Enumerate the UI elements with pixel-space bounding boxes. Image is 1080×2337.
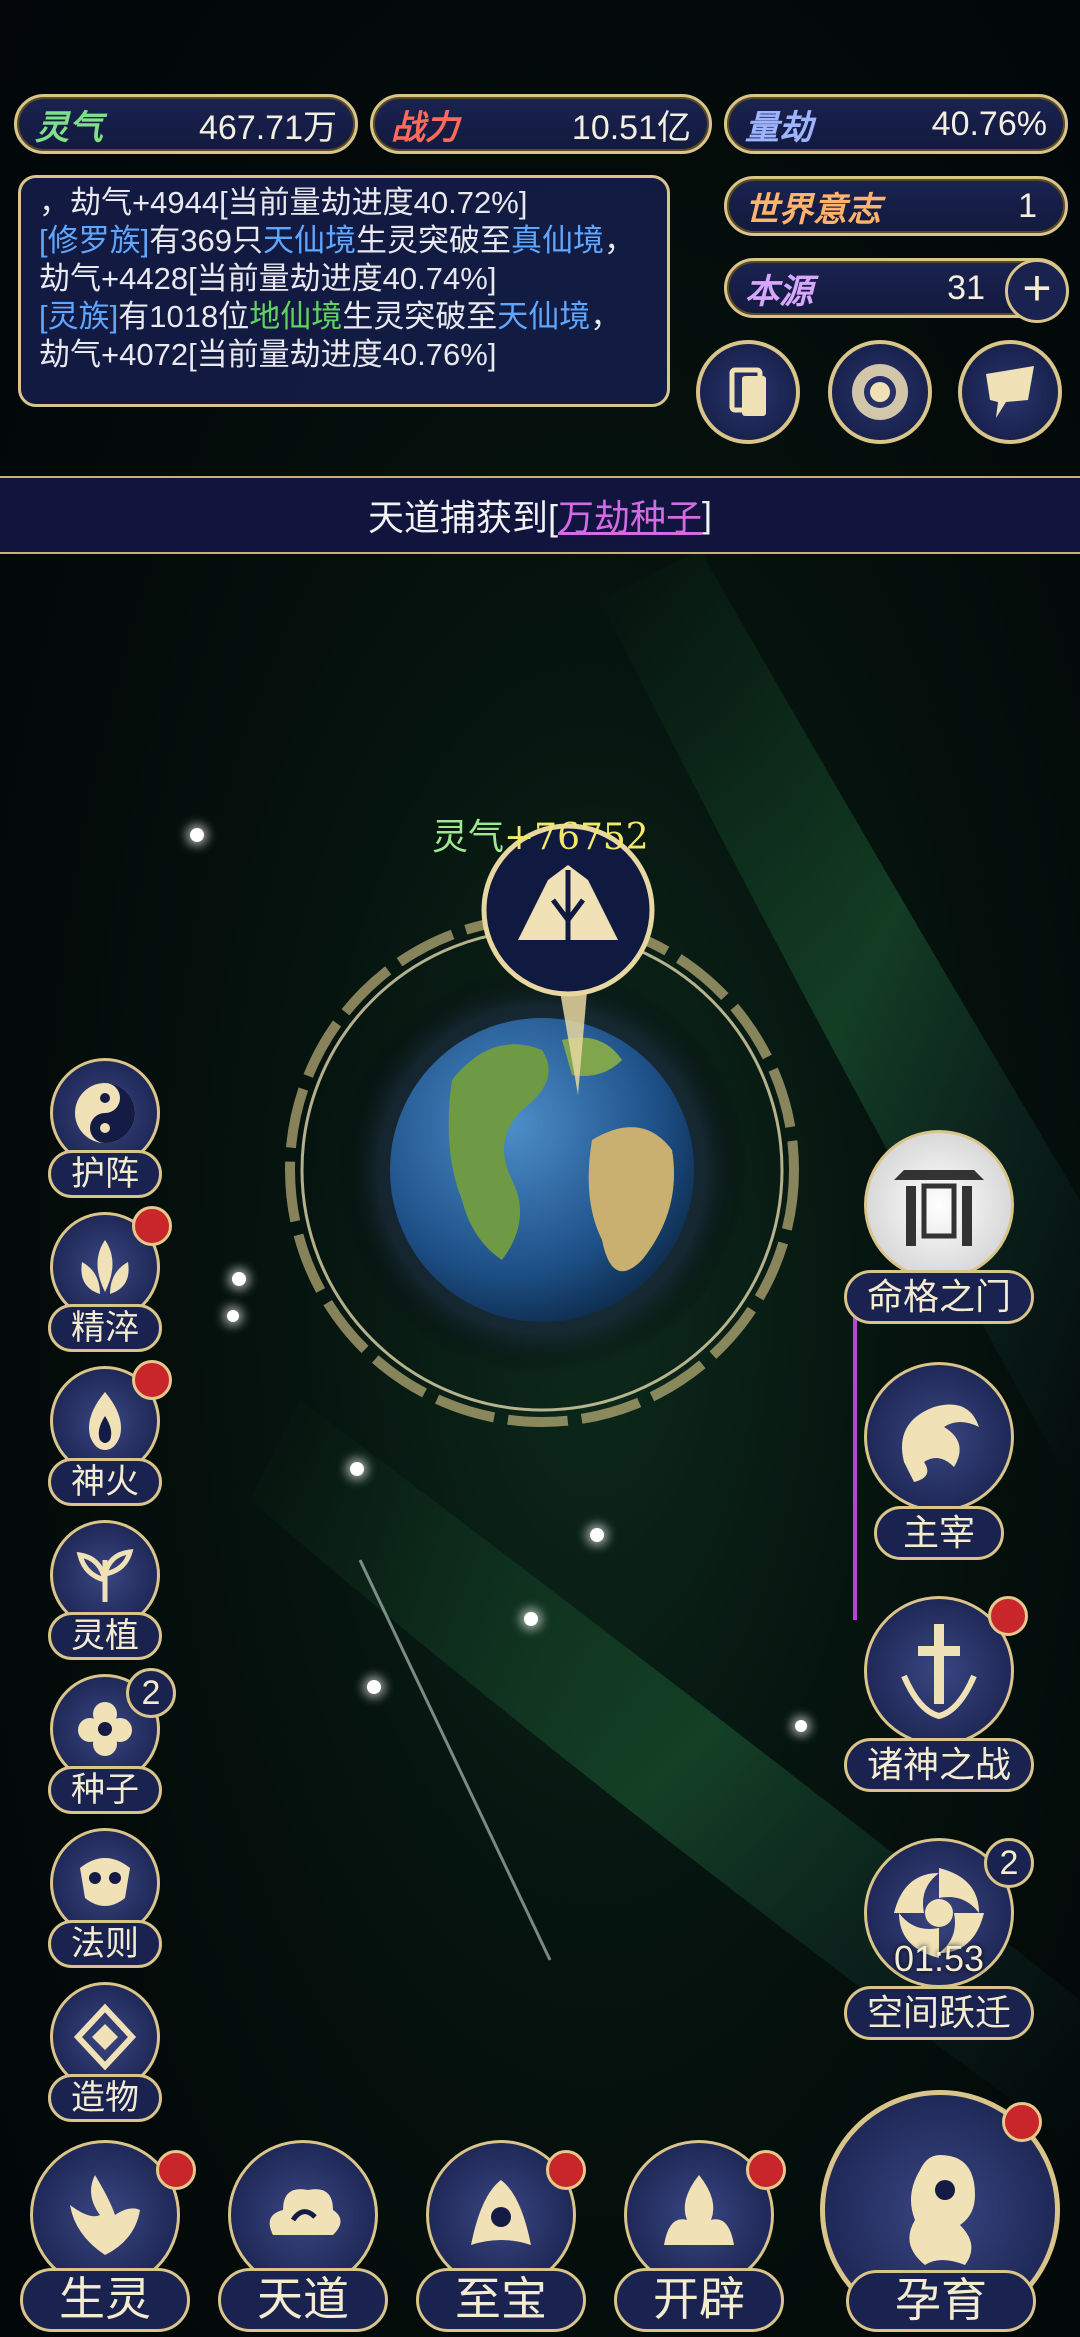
log-realm: 地仙境 bbox=[249, 299, 343, 334]
notification-dot bbox=[156, 2150, 196, 2190]
speech-bubble-icon bbox=[986, 366, 1034, 418]
menu-laws[interactable]: 法则 bbox=[40, 1828, 170, 1968]
menu-refine[interactable]: 精淬 bbox=[40, 1206, 172, 1352]
vortex-button[interactable] bbox=[828, 340, 932, 444]
nav-treasure[interactable]: 至宝 bbox=[416, 2140, 586, 2337]
log-realm: 真仙境 bbox=[510, 223, 604, 258]
nav-beings-label: 生灵 bbox=[20, 2268, 190, 2332]
leap-timer: 01:53 bbox=[893, 1938, 985, 1979]
origin-label: 本源 bbox=[745, 271, 813, 312]
menu-spirit-plant[interactable]: 灵植 bbox=[40, 1520, 170, 1660]
sovereign-button[interactable]: 主宰 bbox=[844, 1362, 1034, 1566]
log-entry: [灵族]有1018位地仙境生灵突破至天仙境，劫气+4072[当前量劫进度40.7… bbox=[39, 298, 649, 374]
origin-value: 31 bbox=[947, 268, 985, 307]
star bbox=[524, 1612, 538, 1626]
nav-heaven[interactable]: 天道 bbox=[218, 2140, 388, 2337]
sovereign-label: 主宰 bbox=[874, 1506, 1004, 1560]
nav-beings[interactable]: 生灵 bbox=[20, 2140, 196, 2337]
banner-suffix: ] bbox=[702, 494, 713, 535]
star bbox=[795, 1720, 807, 1732]
leap-count-badge: 2 bbox=[984, 1838, 1034, 1888]
nav-genesis-label: 开辟 bbox=[614, 2268, 784, 2332]
log-race: [灵族] bbox=[39, 299, 119, 334]
menu-creation-label: 造物 bbox=[48, 2074, 162, 2122]
gods-war-button[interactable]: 诸神之战 bbox=[844, 1596, 1034, 1800]
spirit-gain-label: 灵气 bbox=[432, 817, 505, 858]
star bbox=[367, 1680, 381, 1694]
combat-power-stat[interactable]: 战力 10.51亿 bbox=[370, 94, 712, 154]
spirit-qi-value: 467.71万 bbox=[199, 108, 337, 147]
capture-banner: 天道捕获到[万劫种子] bbox=[0, 476, 1080, 554]
menu-formation[interactable]: 护阵 bbox=[40, 1058, 170, 1198]
nav-treasure-label: 至宝 bbox=[416, 2268, 586, 2332]
gate-icon bbox=[864, 1130, 1014, 1280]
log-text: 生灵突破至 bbox=[355, 223, 511, 258]
calamity-label: 量劫 bbox=[745, 107, 813, 148]
event-log: ，劫气+4944[当前量劫进度40.72%] [修罗族]有369只天仙境生灵突破… bbox=[18, 175, 670, 407]
menu-divine-fire-label: 神火 bbox=[48, 1458, 162, 1506]
chat-button[interactable] bbox=[958, 340, 1062, 444]
world-will-value: 1 bbox=[1018, 186, 1037, 225]
mountain-pin-icon[interactable] bbox=[478, 820, 658, 1100]
add-origin-button[interactable]: + bbox=[1005, 259, 1069, 323]
notification-dot bbox=[1002, 2102, 1042, 2142]
space-leap-label: 空间跃迁 bbox=[844, 1986, 1034, 2040]
cards-button[interactable] bbox=[696, 340, 800, 444]
spirit-qi-stat[interactable]: 灵气 467.71万 bbox=[14, 94, 358, 154]
incubate-label: 孕育 bbox=[846, 2270, 1036, 2332]
spirit-qi-label: 灵气 bbox=[35, 107, 103, 148]
menu-divine-fire[interactable]: 神火 bbox=[40, 1360, 172, 1506]
menu-seeds[interactable]: 2 种子 bbox=[40, 1668, 176, 1814]
log-realm: 天仙境 bbox=[262, 223, 356, 258]
menu-laws-label: 法则 bbox=[48, 1920, 162, 1968]
spirit-gain-value: +76752 bbox=[504, 817, 649, 858]
banner-item-link[interactable]: 万劫种子 bbox=[558, 489, 702, 541]
star bbox=[190, 828, 204, 842]
nav-heaven-label: 天道 bbox=[218, 2268, 388, 2332]
dragon-icon bbox=[864, 1362, 1014, 1512]
star bbox=[232, 1272, 246, 1286]
combat-power-value: 10.51亿 bbox=[571, 108, 691, 147]
log-text: 生灵突破至 bbox=[342, 299, 498, 334]
menu-refine-label: 精淬 bbox=[48, 1304, 162, 1352]
star bbox=[590, 1528, 604, 1542]
menu-spirit-plant-label: 灵植 bbox=[48, 1612, 162, 1660]
notification-dot bbox=[546, 2150, 586, 2190]
menu-creation[interactable]: 造物 bbox=[40, 1982, 170, 2122]
incubate-button[interactable]: 孕育 bbox=[812, 2082, 1070, 2337]
cards-icon bbox=[729, 367, 766, 416]
origin-stat[interactable]: 本源 31 + bbox=[724, 258, 1069, 323]
nav-genesis[interactable]: 开辟 bbox=[614, 2140, 786, 2337]
vortex-icon bbox=[852, 364, 908, 420]
spirit-gain-popup: 灵气+76752 bbox=[432, 808, 649, 860]
notification-dot bbox=[132, 1360, 172, 1400]
menu-seeds-label: 种子 bbox=[48, 1766, 162, 1814]
calamity-value: 40.76% bbox=[931, 104, 1047, 143]
log-text: 有369只 bbox=[149, 223, 263, 258]
star bbox=[227, 1310, 239, 1322]
star bbox=[350, 1462, 364, 1476]
notification-dot bbox=[746, 2150, 786, 2190]
seeds-count-badge: 2 bbox=[126, 1668, 176, 1718]
fate-gate-label: 命格之门 bbox=[844, 1270, 1034, 1324]
world-will-label: 世界意志 bbox=[745, 189, 881, 230]
fate-gate-button[interactable]: 命格之门 bbox=[844, 1130, 1034, 1330]
log-race: [修罗族] bbox=[39, 223, 150, 258]
log-line: ，劫气+4944[当前量劫进度40.72%] bbox=[39, 185, 528, 220]
calamity-stat[interactable]: 量劫 40.76% bbox=[724, 94, 1068, 154]
space-leap-button[interactable]: 2 01:53 空间跃迁 bbox=[844, 1838, 1034, 2048]
gods-war-label: 诸神之战 bbox=[844, 1738, 1034, 1792]
notification-dot bbox=[132, 1206, 172, 1246]
log-text: 有1018位 bbox=[118, 299, 250, 334]
log-entry: [修罗族]有369只天仙境生灵突破至真仙境，劫气+4428[当前量劫进度40.7… bbox=[39, 222, 649, 298]
menu-formation-label: 护阵 bbox=[48, 1150, 162, 1198]
world-will-stat[interactable]: 世界意志 1 bbox=[724, 176, 1068, 236]
banner-prefix: 天道捕获到[ bbox=[367, 497, 558, 538]
log-realm: 天仙境 bbox=[497, 299, 591, 334]
combat-power-label: 战力 bbox=[391, 107, 459, 148]
notification-dot bbox=[988, 1596, 1028, 1636]
